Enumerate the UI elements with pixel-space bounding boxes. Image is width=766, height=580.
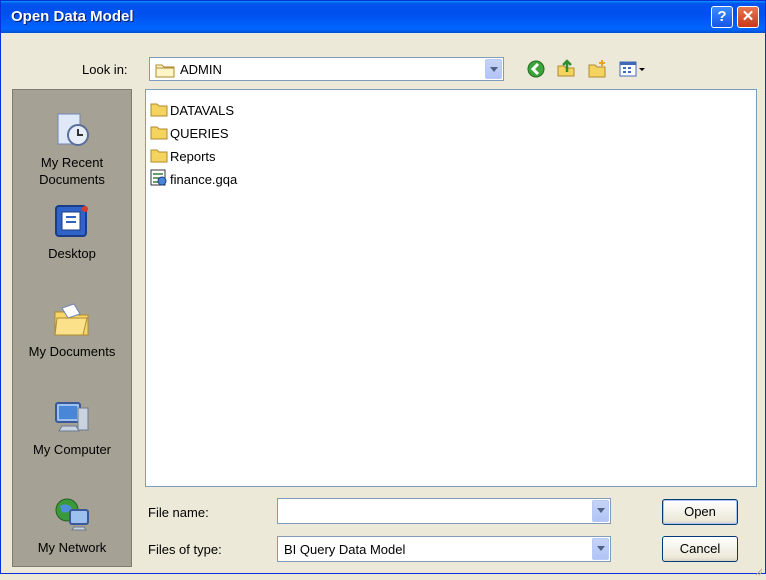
resize-grip-icon[interactable] bbox=[753, 561, 763, 576]
list-item[interactable]: DATAVALS bbox=[150, 99, 234, 121]
folder-icon bbox=[150, 101, 170, 120]
place-label: My Recent Documents bbox=[39, 155, 105, 187]
place-label: My Documents bbox=[28, 344, 116, 359]
data-file-icon bbox=[150, 169, 170, 190]
desktop-icon bbox=[13, 202, 131, 242]
list-item[interactable]: Reports bbox=[150, 145, 216, 167]
file-name: DATAVALS bbox=[170, 102, 235, 118]
filetype-value: BI Query Data Model bbox=[284, 542, 406, 557]
place-label: My Network bbox=[37, 540, 107, 555]
folder-icon bbox=[150, 124, 170, 143]
place-label: Desktop bbox=[48, 246, 96, 261]
my-documents-icon bbox=[13, 300, 131, 340]
place-my-computer[interactable]: My Computer bbox=[13, 398, 131, 457]
cancel-button[interactable]: Cancel bbox=[662, 536, 738, 562]
views-menu-icon[interactable] bbox=[618, 59, 648, 79]
place-my-network[interactable]: My Network bbox=[13, 496, 131, 555]
window-title: Open Data Model bbox=[11, 8, 134, 25]
my-network-icon bbox=[13, 496, 131, 536]
filename-label: File name: bbox=[148, 505, 209, 520]
place-label: My Computer bbox=[32, 442, 112, 457]
file-name: Reports bbox=[170, 148, 216, 164]
places-bar: My Recent Documents Desktop My Documents… bbox=[12, 89, 132, 567]
list-item[interactable]: QUERIES bbox=[150, 122, 229, 144]
list-item[interactable]: finance.gqa bbox=[150, 168, 237, 190]
open-button[interactable]: Open bbox=[662, 499, 738, 525]
look-in-value: ADMIN bbox=[180, 62, 222, 77]
filetype-label: Files of type: bbox=[148, 542, 222, 557]
up-folder-icon[interactable] bbox=[556, 58, 576, 78]
folder-icon bbox=[150, 147, 170, 166]
file-name: QUERIES bbox=[170, 125, 229, 141]
help-button[interactable]: ? bbox=[711, 6, 733, 28]
close-button[interactable]: ✕ bbox=[737, 6, 759, 28]
place-my-recent-documents[interactable]: My Recent Documents bbox=[13, 110, 131, 188]
place-desktop[interactable]: Desktop bbox=[13, 202, 131, 261]
look-in-dropdown[interactable]: ADMIN bbox=[149, 57, 504, 81]
my-computer-icon bbox=[13, 398, 131, 438]
chevron-down-icon[interactable] bbox=[592, 500, 609, 522]
open-data-model-dialog: Open Data Model ? ✕ Look in: ADMIN My Re… bbox=[0, 0, 766, 576]
recent-documents-icon bbox=[13, 110, 131, 150]
title-bar[interactable]: Open Data Model ? ✕ bbox=[1, 1, 765, 33]
look-in-label: Look in: bbox=[82, 62, 128, 77]
new-folder-icon[interactable] bbox=[587, 59, 607, 79]
place-my-documents[interactable]: My Documents bbox=[13, 300, 131, 359]
filename-field[interactable] bbox=[277, 498, 611, 524]
folder-icon bbox=[155, 62, 175, 81]
back-icon[interactable] bbox=[526, 59, 546, 79]
chevron-down-icon[interactable] bbox=[485, 59, 502, 79]
file-list[interactable]: DATAVALS QUERIES Reports finance.gqa bbox=[145, 89, 757, 487]
chevron-down-icon[interactable] bbox=[592, 538, 609, 560]
filetype-dropdown[interactable]: BI Query Data Model bbox=[277, 536, 611, 562]
file-name: finance.gqa bbox=[170, 171, 238, 187]
